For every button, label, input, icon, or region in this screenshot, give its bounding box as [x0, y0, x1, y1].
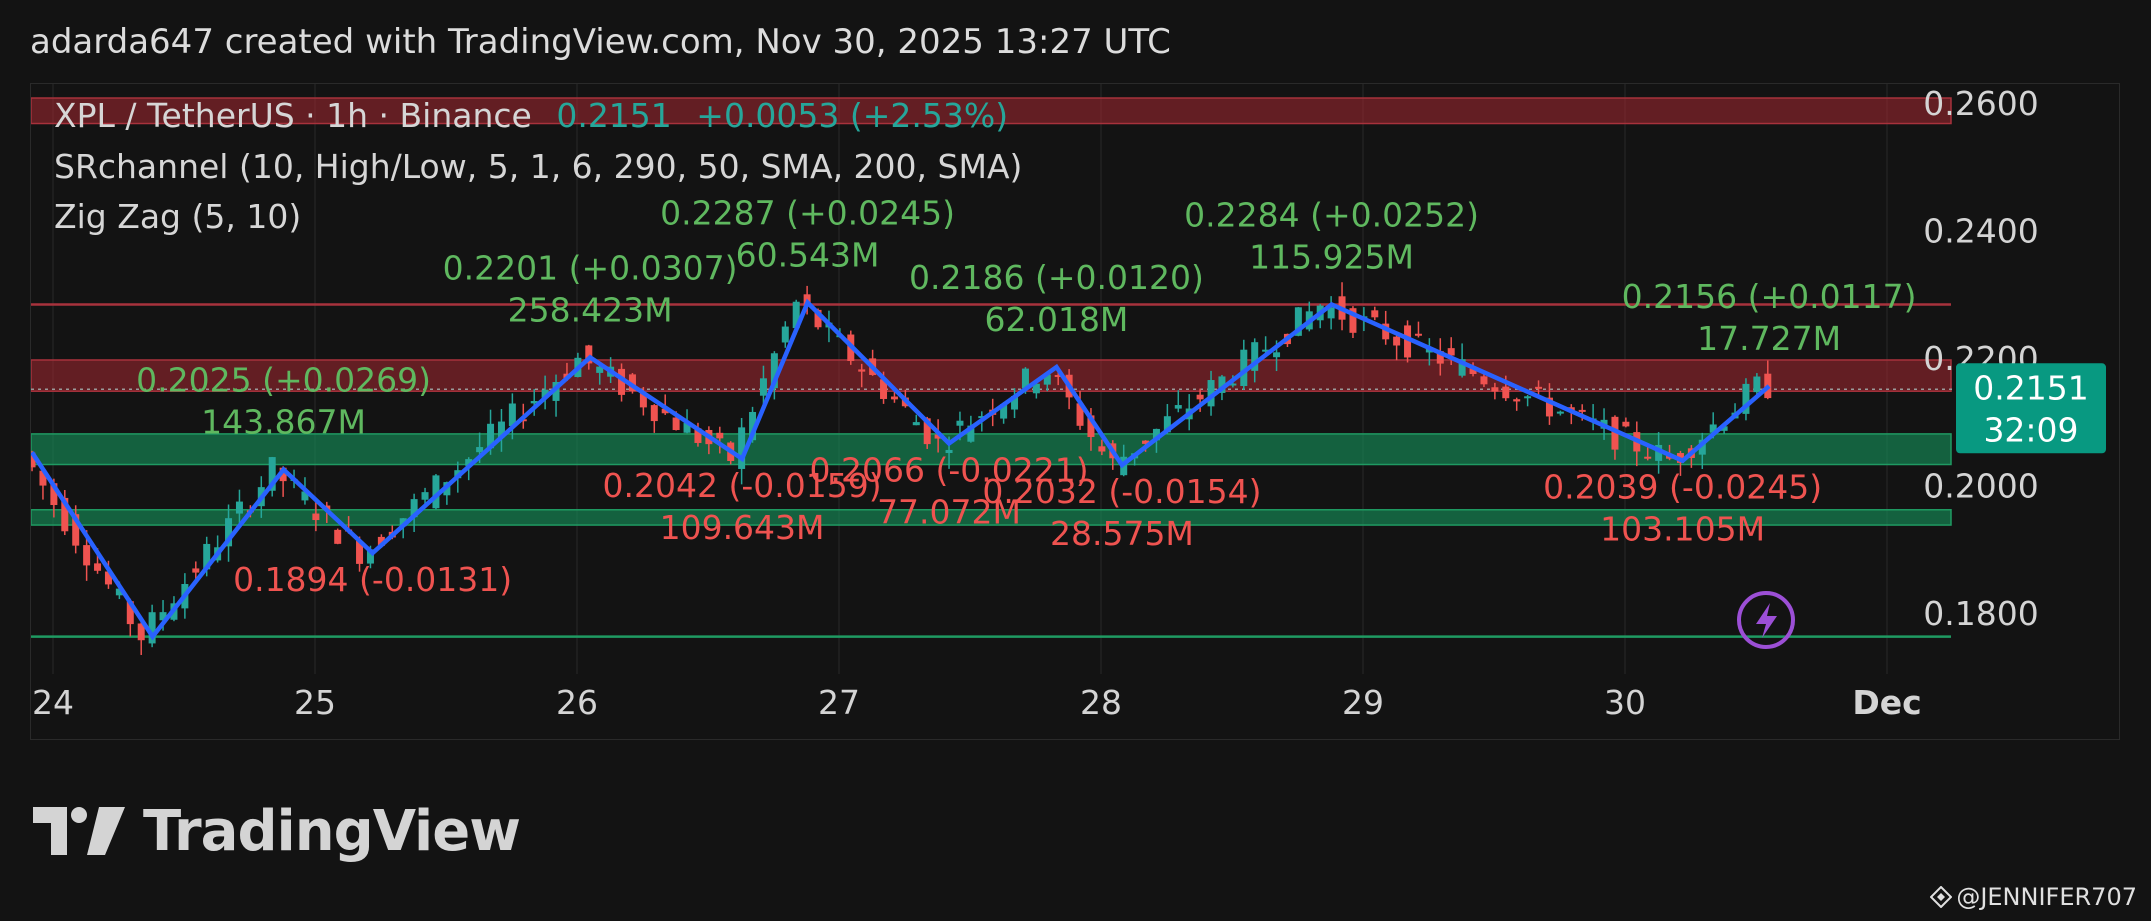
- pivot-label: 0.2032 (-0.0154): [982, 472, 1261, 511]
- x-tick-label: 27: [818, 683, 860, 722]
- chart-caption: adarda647 created with TradingView.com, …: [30, 22, 1171, 62]
- y-tick-label: 0.1800: [1923, 594, 2038, 633]
- pivot-volume-label: 60.543M: [736, 236, 880, 275]
- watermark: @JENNIFER707: [1930, 883, 2137, 911]
- candle-body: [716, 432, 724, 439]
- pivot-label: 0.2287 (+0.0245): [660, 194, 955, 233]
- candle-body: [1753, 376, 1761, 393]
- candle-body: [334, 529, 342, 544]
- price-tag-countdown: 32:09: [1983, 410, 2078, 449]
- candle-body: [1273, 352, 1281, 358]
- y-tick-label: 0.2400: [1923, 212, 2038, 251]
- pivot-volume-label: 258.423M: [508, 290, 673, 329]
- x-tick-label: 26: [556, 683, 598, 722]
- pivot-volume-label: 109.643M: [660, 508, 825, 547]
- pivot-label: 0.2156 (+0.0117): [1622, 277, 1917, 316]
- candle-body: [1196, 394, 1204, 400]
- pivot-volume-label: 28.575M: [1050, 514, 1194, 553]
- candle-body: [781, 326, 789, 343]
- candle-body: [890, 396, 898, 400]
- x-tick-label: 25: [294, 683, 336, 722]
- candle-body: [759, 378, 767, 396]
- x-tick-label: 24: [32, 683, 74, 722]
- legend-symbol-row: XPL / TetherUS · 1h · Binance 0.2151 +0.…: [54, 96, 1008, 135]
- legend-zigzag[interactable]: Zig Zag (5, 10): [54, 197, 301, 236]
- pivot-label: 0.2025 (+0.0269): [136, 361, 431, 400]
- pivot-label: 0.1894 (-0.0131): [233, 560, 512, 599]
- candle-body: [235, 501, 243, 514]
- pivot-label: 0.2201 (+0.0307): [443, 248, 738, 287]
- x-tick-label: 29: [1342, 683, 1384, 722]
- candle-body: [94, 563, 102, 571]
- candle-body: [650, 405, 658, 422]
- tradingview-logo[interactable]: TradingView: [33, 796, 521, 866]
- pivot-volume-label: 17.727M: [1697, 319, 1841, 358]
- candle-body: [1513, 399, 1521, 402]
- candle-body: [1524, 396, 1532, 399]
- candle-body: [83, 545, 91, 566]
- candle-body: [956, 420, 964, 426]
- pivot-volume-label: 143.867M: [201, 403, 366, 442]
- lightning-icon-bolt: [1756, 603, 1777, 638]
- candle-body: [1535, 386, 1543, 389]
- legend-price: 0.2151: [556, 96, 672, 135]
- candle-body: [1371, 310, 1379, 318]
- legend-symbol[interactable]: XPL / TetherUS · 1h · Binance: [54, 96, 532, 135]
- candle-body: [912, 422, 920, 426]
- x-tick-label: Dec: [1852, 683, 1921, 722]
- x-tick-label: 28: [1080, 683, 1122, 722]
- candle-body: [1393, 336, 1401, 346]
- candle-body: [1491, 387, 1499, 392]
- pivot-volume-label: 62.018M: [984, 300, 1128, 339]
- tradingview-logo-icon: [33, 807, 125, 855]
- candle-body: [1622, 421, 1630, 427]
- legend-change: +0.0053 (+2.53%): [696, 96, 1009, 135]
- pivot-label: 0.2186 (+0.0120): [909, 258, 1204, 297]
- tradingview-logo-text: TradingView: [143, 798, 521, 864]
- candle-body: [1556, 411, 1564, 414]
- x-tick-label: 30: [1604, 683, 1646, 722]
- candle-body: [1480, 376, 1488, 385]
- candle-body: [1414, 333, 1422, 336]
- pivot-volume-label: 103.105M: [1600, 510, 1765, 549]
- candle-body: [192, 568, 200, 573]
- candle-body: [1174, 405, 1182, 409]
- binance-diamond-icon: [1930, 886, 1953, 908]
- pivot-label: 0.2284 (+0.0252): [1184, 196, 1479, 235]
- candle-body: [1578, 409, 1586, 412]
- candle-body: [1502, 386, 1510, 399]
- legend-srchannel[interactable]: SRchannel (10, High/Low, 5, 1, 6, 290, 5…: [54, 147, 1022, 186]
- candle-body: [738, 427, 746, 469]
- pivot-volume-label: 115.925M: [1249, 238, 1414, 277]
- price-tag-value: 0.2151: [1973, 368, 2088, 407]
- y-tick-label: 0.2000: [1923, 467, 2038, 506]
- candle-body: [1644, 456, 1652, 459]
- lightning-icon[interactable]: [1737, 591, 1795, 649]
- candle-body: [672, 417, 680, 431]
- candle-body: [476, 447, 484, 453]
- candle-body: [421, 492, 429, 500]
- candle-body: [312, 513, 320, 521]
- chart-panel[interactable]: 0.2025 (+0.0269) 143.867M 0.2201 (+0.0307)…: [30, 83, 2120, 740]
- y-tick-label: 0.2600: [1923, 84, 2038, 123]
- candle-body: [858, 369, 866, 372]
- watermark-text: @JENNIFER707: [1956, 883, 2137, 911]
- candle-body: [1098, 446, 1106, 452]
- pivot-label: 0.2039 (-0.0245): [1543, 468, 1822, 507]
